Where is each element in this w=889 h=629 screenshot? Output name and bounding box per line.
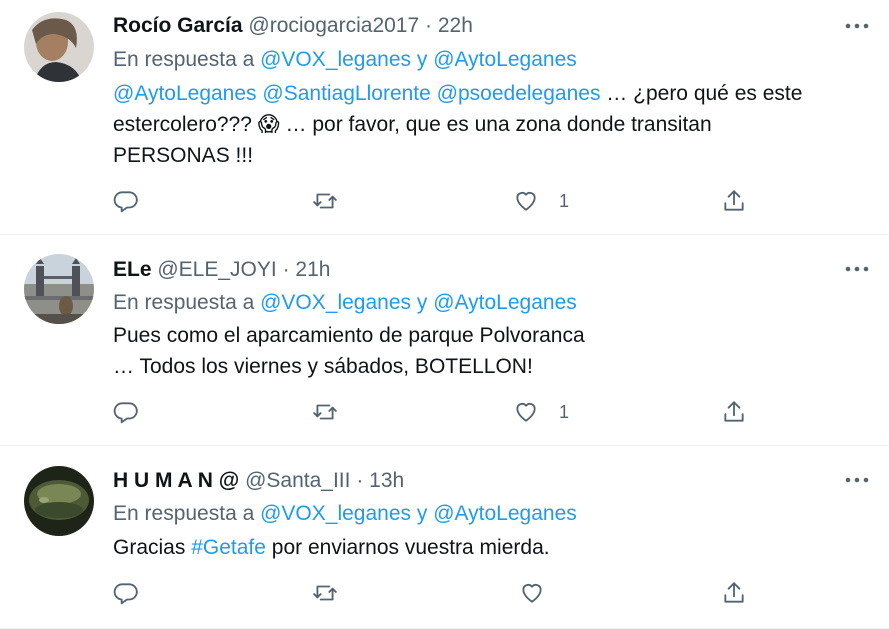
reply-button[interactable] <box>113 186 139 216</box>
avatar[interactable] <box>24 466 94 536</box>
reply-bubble-icon <box>113 583 138 605</box>
tweet-header: Rocío García @rociogarcia2017 · 22h <box>113 13 473 39</box>
mention-link[interactable]: @SantiagLlorente <box>262 82 430 105</box>
reply-button[interactable] <box>113 578 139 608</box>
text-segment: por enviarnos vuestra mierda. <box>271 536 550 559</box>
share-button[interactable] <box>721 397 747 427</box>
reply-context: En respuesta a @VOX_leganes y @AytoLegan… <box>113 47 577 73</box>
text-segment: PERSONAS !!! <box>113 144 254 167</box>
heart-icon <box>522 584 542 603</box>
avatar[interactable] <box>24 12 94 82</box>
share-button[interactable] <box>721 578 747 608</box>
mention-link[interactable]: @AytoLeganes <box>433 502 577 525</box>
reply-context: En respuesta a @VOX_leganes y @AytoLegan… <box>113 501 577 527</box>
display-name[interactable]: Rocío García <box>113 14 243 37</box>
hashtag-link[interactable]: #Getafe <box>191 536 266 559</box>
text-segment: Gracias <box>113 536 186 559</box>
screaming-face-emoji: 😱 <box>257 113 280 136</box>
retweet-icon <box>313 404 337 420</box>
retweet-button[interactable] <box>311 578 339 608</box>
reply-conjunction: y <box>416 502 428 525</box>
reply-conjunction: y <box>416 48 428 71</box>
reply-prefix: En respuesta a <box>113 291 255 314</box>
display-name[interactable]: ELe <box>113 258 152 281</box>
tweet-text: Pues como el aparcamiento de parque Polv… <box>113 320 853 382</box>
text-segment: estercolero??? <box>113 113 252 136</box>
tweet-actions <box>113 578 763 608</box>
retweet-icon <box>313 585 337 601</box>
mention-link[interactable]: @VOX_leganes <box>260 48 411 71</box>
heart-icon <box>516 403 536 422</box>
user-handle[interactable]: @Santa_III <box>245 469 350 492</box>
tweet-text: Gracias #Getafe por enviarnos vuestra mi… <box>113 532 853 563</box>
like-button[interactable] <box>519 578 565 608</box>
more-horizontal-icon <box>845 477 869 483</box>
mention-link[interactable]: @psoedeleganes <box>437 82 601 105</box>
more-options-button[interactable] <box>843 259 871 279</box>
like-button[interactable]: 1 <box>513 186 569 216</box>
more-horizontal-icon <box>845 266 869 272</box>
mention-link[interactable]: @VOX_leganes <box>260 291 411 314</box>
retweet-icon <box>313 193 337 209</box>
more-options-button[interactable] <box>843 16 871 36</box>
mention-link[interactable]: @VOX_leganes <box>260 502 411 525</box>
retweet-button[interactable] <box>311 186 339 216</box>
tweet[interactable]: H U M A N @ @Santa_III · 13h En respuest… <box>0 446 889 629</box>
share-button[interactable] <box>721 186 747 216</box>
tweet[interactable]: Rocío García @rociogarcia2017 · 22h En r… <box>0 0 889 235</box>
reply-bubble-icon <box>113 402 138 424</box>
text-line: Pues como el aparcamiento de parque Polv… <box>113 324 585 347</box>
text-segment: … ¿pero qué es este <box>606 82 803 105</box>
tweet-actions: 1 <box>113 186 763 216</box>
timestamp[interactable]: 21h <box>295 258 330 281</box>
separator-dot: · <box>425 14 432 37</box>
share-icon <box>724 582 744 603</box>
reply-context: En respuesta a @VOX_leganes y @AytoLegan… <box>113 290 577 316</box>
reply-button[interactable] <box>113 397 139 427</box>
tweet-header: H U M A N @ @Santa_III · 13h <box>113 468 404 494</box>
tweet-text: @AytoLeganes @SantiagLlorente @psoedeleg… <box>113 78 853 171</box>
share-icon <box>724 190 744 211</box>
tweet-actions: 1 <box>113 397 763 427</box>
reply-conjunction: y <box>416 291 428 314</box>
user-handle[interactable]: @ELE_JOYI <box>157 258 276 281</box>
display-name[interactable]: H U M A N @ <box>113 469 239 492</box>
tweet[interactable]: ELe @ELE_JOYI · 21h En respuesta a @VOX_… <box>0 235 889 446</box>
tweet-header: ELe @ELE_JOYI · 21h <box>113 257 330 283</box>
text-segment: … por favor, que es una zona donde trans… <box>285 113 712 136</box>
share-icon <box>724 401 744 422</box>
retweet-button[interactable] <box>311 397 339 427</box>
timestamp[interactable]: 22h <box>438 14 473 37</box>
like-count: 1 <box>559 190 570 211</box>
user-handle[interactable]: @rociogarcia2017 <box>248 14 419 37</box>
avatar[interactable] <box>24 254 94 324</box>
reply-prefix: En respuesta a <box>113 502 255 525</box>
timestamp[interactable]: 13h <box>369 469 404 492</box>
heart-icon <box>516 192 536 211</box>
mention-link[interactable]: @AytoLeganes <box>433 48 577 71</box>
mention-link[interactable]: @AytoLeganes <box>113 82 257 105</box>
reply-bubble-icon <box>113 191 138 213</box>
like-button[interactable]: 1 <box>513 397 569 427</box>
like-count: 1 <box>559 401 570 422</box>
mention-link[interactable]: @AytoLeganes <box>433 291 577 314</box>
separator-dot: · <box>356 469 364 492</box>
more-options-button[interactable] <box>843 470 871 490</box>
reply-prefix: En respuesta a <box>113 48 255 71</box>
more-horizontal-icon <box>845 23 869 29</box>
separator-dot: · <box>282 258 290 281</box>
text-line: … Todos los viernes y sábados, BOTELLON! <box>113 355 533 378</box>
